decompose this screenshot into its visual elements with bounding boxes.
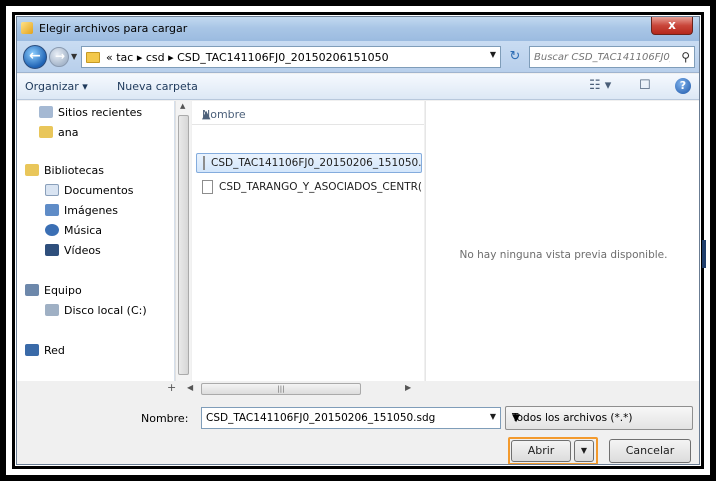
nav-item-libraries[interactable]: Bibliotecas <box>25 161 104 179</box>
scroll-up-icon[interactable]: ▲ <box>180 102 185 110</box>
search-input[interactable] <box>530 47 670 67</box>
view-options-icon[interactable]: ☷ ▾ <box>589 78 611 93</box>
search-box[interactable]: ⚲ <box>529 46 695 68</box>
libraries-icon <box>25 164 39 176</box>
dialog-title: Elegir archivos para cargar <box>39 22 188 35</box>
address-bar[interactable]: « tac ▸ csd ▸ CSD_TAC141106FJ0_201502061… <box>81 46 501 68</box>
organize-menu-button[interactable]: Organizar ▾ <box>25 80 88 93</box>
title-bar[interactable]: Elegir archivos para cargar x <box>17 17 699 41</box>
nav-item-videos[interactable]: Vídeos <box>45 241 101 259</box>
open-options-dropdown[interactable]: ▼ <box>574 440 594 462</box>
file-open-dialog: Elegir archivos para cargar x ← → ▼ « ta… <box>16 16 700 465</box>
dialog-icon <box>21 22 33 34</box>
breadcrumb-path[interactable]: « tac ▸ csd ▸ CSD_TAC141106FJ0_201502061… <box>106 51 389 64</box>
nav-item-recent-places[interactable]: Sitios recientes <box>39 103 142 121</box>
file-item-selected[interactable]: CSD_TAC141106FJ0_20150206_151050.sd <box>196 153 422 173</box>
new-folder-button[interactable]: Nueva carpeta <box>117 80 198 93</box>
chevron-down-icon[interactable]: ▼ <box>490 50 496 59</box>
chevron-down-icon[interactable]: ▼ <box>490 412 496 421</box>
forward-button[interactable]: → <box>49 47 69 67</box>
close-button[interactable]: x <box>651 17 693 35</box>
nav-item-documents[interactable]: Documentos <box>45 181 133 199</box>
nav-item-ana[interactable]: ana <box>39 123 78 141</box>
refresh-button[interactable]: ↻ <box>504 47 526 67</box>
help-icon[interactable]: ? <box>675 78 691 94</box>
nav-item-computer[interactable]: Equipo <box>25 281 82 299</box>
preview-pane: No hay ninguna vista previa disponible. <box>425 101 699 381</box>
file-name-label: Nombre: <box>141 412 189 425</box>
preview-pane-icon[interactable]: ☐ <box>639 78 651 93</box>
cancel-button[interactable]: Cancelar <box>609 439 691 463</box>
music-icon <box>45 224 59 236</box>
file-type-select[interactable]: Todos los archivos (*.*) ▼ <box>505 406 693 430</box>
back-arrow-icon: ← <box>29 48 41 64</box>
nav-item-local-disk[interactable]: Disco local (C:) <box>45 301 147 319</box>
scroll-right-icon[interactable]: ▶ <box>405 383 411 392</box>
nav-item-pictures[interactable]: Imágenes <box>45 201 118 219</box>
horizontal-scrollbar[interactable]: + ◀ ||| ▶ <box>167 381 427 397</box>
search-icon[interactable]: ⚲ <box>681 50 690 64</box>
file-name-input[interactable] <box>202 408 472 428</box>
scrollbar-thumb[interactable] <box>178 115 189 375</box>
address-row: ← → ▼ « tac ▸ csd ▸ CSD_TAC141106FJ0_201… <box>17 41 699 73</box>
user-folder-icon <box>39 126 53 138</box>
file-item[interactable]: CSD_TARANGO_Y_ASOCIADOS_CENTR( <box>196 177 422 197</box>
scroll-left-icon[interactable]: ◀ <box>187 383 193 392</box>
documents-icon <box>45 184 59 196</box>
nav-item-music[interactable]: Música <box>45 221 102 239</box>
navigation-scrollbar[interactable]: ▲ <box>175 101 191 381</box>
computer-icon <box>25 284 39 296</box>
back-button[interactable]: ← <box>23 45 47 69</box>
nav-item-network[interactable]: Red <box>25 341 65 359</box>
videos-icon <box>45 244 59 256</box>
edge-marker <box>702 240 706 268</box>
horizontal-scrollbar-thumb[interactable]: ||| <box>201 383 361 395</box>
local-disk-icon <box>45 304 59 316</box>
open-button[interactable]: Abrir <box>511 440 571 462</box>
network-icon <box>25 344 39 356</box>
file-list-pane[interactable]: ▲ Nombre CSD_TAC141106FJ0_20150206_15105… <box>192 101 424 381</box>
file-icon <box>203 156 205 170</box>
column-header-name[interactable]: ▲ Nombre <box>192 101 424 125</box>
close-icon: x <box>668 18 676 32</box>
recent-locations-dropdown[interactable]: ▼ <box>71 52 77 61</box>
pictures-icon <box>45 204 59 216</box>
file-icon <box>202 180 214 194</box>
recent-places-icon <box>39 106 53 118</box>
collapse-icon: + <box>167 381 177 394</box>
preview-message: No hay ninguna vista previa disponible. <box>459 249 668 261</box>
chevron-down-icon: ▼ <box>512 412 521 424</box>
command-bar: Organizar ▾ Nueva carpeta ☷ ▾ ☐ ? <box>17 74 699 100</box>
navigation-pane[interactable]: Sitios recientes ana Bibliotecas Documen… <box>17 101 175 381</box>
file-name-combobox[interactable]: ▼ <box>201 407 501 429</box>
forward-arrow-icon: → <box>55 49 66 63</box>
folder-icon <box>86 51 100 63</box>
